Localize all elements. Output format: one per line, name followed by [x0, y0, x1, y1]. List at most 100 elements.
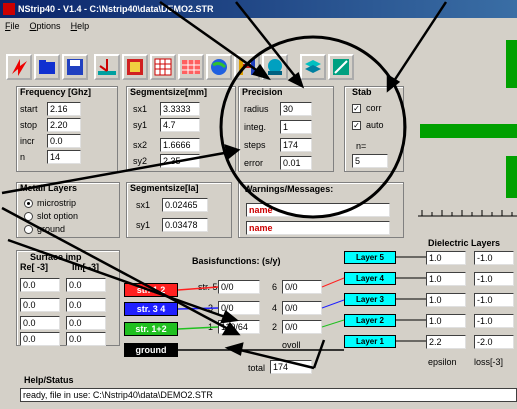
basis-input-5[interactable]: 0/0 — [218, 280, 260, 294]
strip-3-4-button[interactable]: str. 3 4 — [124, 302, 178, 316]
table-icon[interactable] — [178, 54, 204, 80]
corr-checkbox[interactable]: ✓ — [352, 104, 361, 113]
steps-label: steps — [244, 140, 266, 150]
bridge-icon[interactable] — [234, 54, 260, 80]
radius-input[interactable]: 30 — [280, 102, 312, 116]
sx2-label: sx2 — [133, 140, 148, 150]
basis-over-label: ovoll — [282, 340, 301, 350]
grid-icon[interactable] — [150, 54, 176, 80]
eps-layer-4[interactable]: 1.0 — [426, 272, 466, 286]
stop-input[interactable]: 2.20 — [47, 118, 81, 132]
warning-message-2: name — [246, 221, 390, 235]
loss-layer-3[interactable]: -1.0 — [474, 293, 514, 307]
epsilon-label: epsilon — [428, 357, 457, 367]
lightning-icon[interactable] — [6, 54, 32, 80]
basis-label-2: 2 — [272, 322, 278, 332]
surface-re-2[interactable]: 0.0 — [20, 298, 60, 312]
sy1-label: sy1 — [133, 120, 148, 130]
integ-input[interactable]: 1 — [280, 120, 312, 134]
warnings-title: Warnings/Messages: — [244, 184, 334, 194]
segsize-la-title: Segmentsize[la] — [130, 183, 199, 193]
slot-option-radio[interactable] — [24, 212, 33, 221]
frequency-title: Frequency [Ghz] — [20, 87, 92, 97]
sy1-input[interactable]: 4.7 — [160, 118, 200, 132]
surface-im-1[interactable]: 0.0 — [66, 278, 106, 292]
start-label: start — [20, 104, 38, 114]
basis-input-6[interactable]: 0/0 — [282, 280, 322, 294]
steps-input[interactable]: 174 — [280, 138, 312, 152]
microstrip-label: microstrip — [37, 198, 77, 208]
person-icon[interactable] — [262, 54, 288, 80]
basis-input-4[interactable]: 0/0 — [282, 301, 322, 315]
layer-2-button[interactable]: Layer 2 — [344, 314, 396, 327]
antenna-icon[interactable] — [94, 54, 120, 80]
stab-n-input[interactable]: 5 — [352, 154, 388, 168]
layer-1-button[interactable]: Layer 1 — [344, 335, 396, 348]
basis-input-2[interactable]: 0/0 — [282, 320, 322, 334]
layer-3-button[interactable]: Layer 3 — [344, 293, 396, 306]
menu-options[interactable]: Options — [25, 18, 66, 34]
surface-re-4[interactable]: 0.0 — [20, 332, 60, 346]
layers-icon[interactable] — [300, 54, 326, 80]
surface-im-label: Im[ -3] — [72, 262, 99, 272]
loss-layer-1[interactable]: -2.0 — [474, 335, 514, 349]
start-input[interactable]: 2.16 — [47, 102, 81, 116]
surface-im-4[interactable]: 0.0 — [66, 332, 106, 346]
application-window: NStrip40 - V1.4 - C:\Nstrip40\data\DEMO2… — [0, 0, 517, 409]
basis-input-3[interactable]: 0/0 — [218, 301, 260, 315]
loss-layer-4[interactable]: -1.0 — [474, 272, 514, 286]
sy2-label: sy2 — [133, 156, 148, 166]
basis-label-3: 3 — [208, 303, 214, 313]
eps-layer-5[interactable]: 1.0 — [426, 251, 466, 265]
menu-bar: File Options Help — [0, 18, 517, 34]
ground-button[interactable]: ground — [124, 343, 178, 357]
surface-re-3[interactable]: 0.0 — [20, 316, 60, 330]
error-input[interactable]: 0.01 — [280, 156, 312, 170]
slot-option-label: slot option — [37, 211, 79, 221]
loss-layer-2[interactable]: -1.0 — [474, 314, 514, 328]
surface-im-3[interactable]: 0.0 — [66, 316, 106, 330]
incr-label: incr — [20, 136, 35, 146]
integ-label: integ. — [244, 122, 267, 132]
structure-view — [408, 38, 517, 228]
sx1-input[interactable]: 3.3333 — [160, 102, 200, 116]
auto-checkbox[interactable]: ✓ — [352, 121, 361, 130]
brush-icon[interactable] — [328, 54, 354, 80]
corr-label: corr — [366, 103, 382, 113]
basis-label-6: 6 — [272, 282, 278, 292]
menu-file[interactable]: File — [0, 18, 25, 34]
window-title: NStrip40 - V1.4 - C:\Nstrip40\data\DEMO2… — [18, 4, 214, 14]
title-bar: NStrip40 - V1.4 - C:\Nstrip40\data\DEMO2… — [0, 0, 517, 18]
strip-1plus2-button[interactable]: str. 1+2 — [124, 322, 178, 336]
layer-4-button[interactable]: Layer 4 — [344, 272, 396, 285]
eps-layer-2[interactable]: 1.0 — [426, 314, 466, 328]
surface-im-2[interactable]: 0.0 — [66, 298, 106, 312]
incr-input[interactable]: 0.0 — [47, 134, 81, 148]
eps-layer-1[interactable]: 2.2 — [426, 335, 466, 349]
ground-radio[interactable] — [24, 225, 33, 234]
folder-icon[interactable] — [34, 54, 60, 80]
sy2-input[interactable]: 2.35 — [160, 154, 200, 168]
eps-layer-3[interactable]: 1.0 — [426, 293, 466, 307]
menu-help[interactable]: Help — [66, 18, 95, 34]
precision-title: Precision — [242, 87, 283, 97]
basis-title: Basisfunctions: (s/y) — [192, 256, 281, 266]
loss-layer-5[interactable]: -1.0 — [474, 251, 514, 265]
strip-1-2-button[interactable]: str. 1 2 — [124, 283, 178, 297]
metal-layers-title: Metall Layers — [20, 183, 78, 193]
n-input[interactable]: 14 — [47, 150, 81, 164]
total-label: total — [248, 363, 266, 373]
dielectric-title: Dielectric Layers — [428, 238, 501, 248]
surface-re-1[interactable]: 0.0 — [20, 278, 60, 292]
save-icon[interactable] — [62, 54, 88, 80]
layer-5-button[interactable]: Layer 5 — [344, 251, 396, 264]
error-label: error — [244, 158, 264, 168]
plot-icon[interactable] — [122, 54, 148, 80]
microstrip-radio[interactable] — [24, 199, 33, 208]
sx2-input[interactable]: 1.6666 — [160, 138, 200, 152]
warning-message-1: name — [246, 203, 390, 217]
globe-icon[interactable] — [206, 54, 232, 80]
total-value: 174 — [270, 360, 312, 374]
basis-input-1[interactable]: 110/64 — [218, 320, 260, 334]
stop-label: stop — [20, 120, 38, 130]
